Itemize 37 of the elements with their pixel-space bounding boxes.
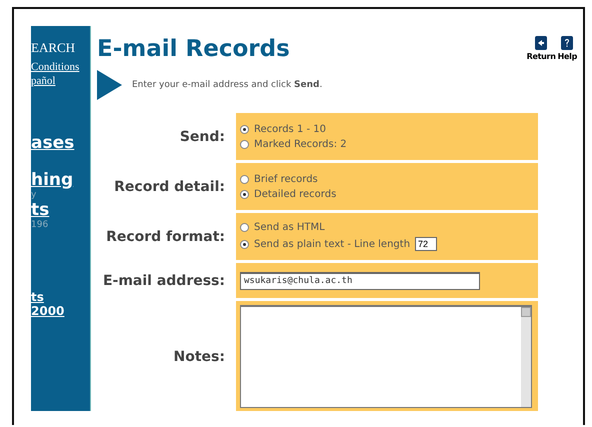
arrow-icon bbox=[97, 70, 122, 100]
field-label: Send: bbox=[178, 128, 226, 146]
radio-button[interactable] bbox=[240, 240, 249, 248]
option-label: Detailed records bbox=[254, 188, 336, 200]
option-label: Brief records bbox=[254, 174, 318, 184]
sidebar-item[interactable]: 2000 bbox=[31, 304, 64, 318]
sidebar-item[interactable]: ts bbox=[31, 200, 50, 220]
sidebar-item[interactable]: pañol bbox=[31, 75, 56, 87]
option-label: Send as plain text - Line length bbox=[254, 238, 410, 250]
sidebar-item[interactable]: ts bbox=[31, 290, 44, 304]
option-label: Marked Records: 2 bbox=[254, 138, 347, 150]
radio-button[interactable] bbox=[240, 140, 249, 148]
sidebar-item[interactable]: Conditions bbox=[31, 61, 80, 73]
sidebar-item: 196 bbox=[31, 220, 48, 230]
option-label: Records 1 - 10 bbox=[254, 124, 326, 134]
option-label: Send as HTML bbox=[254, 222, 325, 233]
radio-button[interactable] bbox=[240, 190, 249, 198]
field-label: Notes: bbox=[172, 348, 226, 366]
field-label: Record format: bbox=[105, 228, 226, 246]
tool-link[interactable]: Return bbox=[526, 52, 556, 61]
field-label: Record detail: bbox=[113, 178, 226, 196]
field-label: E-mail address: bbox=[102, 272, 226, 290]
help-icon[interactable] bbox=[561, 36, 574, 50]
radio-button[interactable] bbox=[240, 124, 249, 134]
scrollbar[interactable] bbox=[521, 307, 531, 407]
tool-link[interactable]: Help bbox=[558, 52, 577, 61]
sidebar-item: y bbox=[31, 190, 36, 200]
instruction-text: Enter your e-mail address and click Send. bbox=[132, 80, 322, 90]
sidebar-item[interactable]: EARCH bbox=[31, 40, 76, 56]
return-icon[interactable] bbox=[535, 36, 548, 50]
radio-button[interactable] bbox=[240, 223, 249, 232]
line-length-field[interactable]: 72 bbox=[415, 237, 438, 251]
sidebar-item[interactable]: hing bbox=[31, 170, 74, 190]
sidebar-item[interactable]: ases bbox=[31, 133, 74, 153]
radio-button[interactable] bbox=[240, 174, 249, 184]
page-title: E-mail Records bbox=[97, 36, 290, 62]
email-field[interactable]: wsukaris@chula.ac.th bbox=[240, 272, 480, 290]
